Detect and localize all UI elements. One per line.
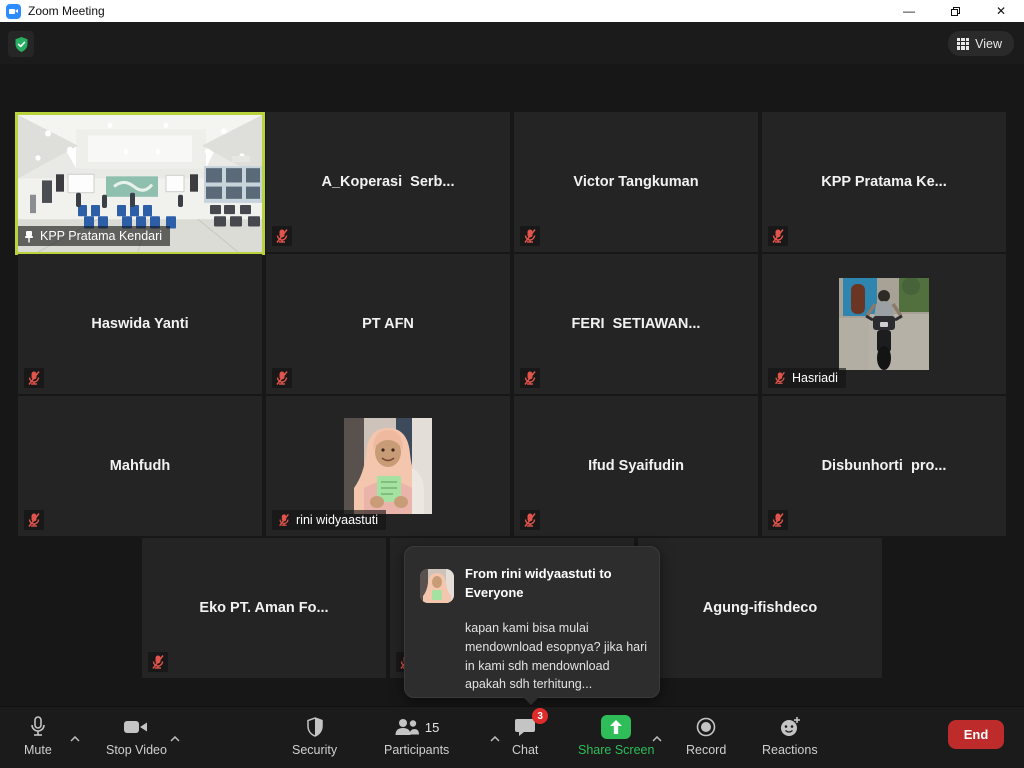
record-label: Record — [686, 743, 726, 757]
popup-pointer — [523, 697, 539, 705]
participant-name: KPP Pratama Ke... — [821, 174, 946, 190]
participants-options-caret[interactable] — [490, 729, 500, 747]
chat-sender-avatar — [420, 569, 454, 603]
participant-tile[interactable]: Victor Tangkuman — [514, 112, 758, 252]
video-options-caret[interactable] — [170, 729, 180, 747]
microphone-icon — [29, 715, 47, 739]
meeting-top-bar: View — [0, 22, 1024, 64]
stop-video-button[interactable]: Stop Video — [106, 715, 167, 757]
participant-tile[interactable]: A_Koperasi Serb... — [266, 112, 510, 252]
stop-video-label: Stop Video — [106, 743, 167, 757]
chat-button[interactable]: 3 Chat — [512, 715, 538, 757]
security-shield-icon — [306, 715, 324, 739]
view-button-label: View — [975, 37, 1002, 51]
participant-tile[interactable]: Eko PT. Aman Fo... — [142, 538, 386, 678]
muted-mic-icon — [24, 510, 44, 530]
shield-check-icon — [13, 36, 30, 53]
muted-mic-icon — [277, 513, 291, 527]
participant-tile-video[interactable]: KPP Pratama Kendari — [15, 112, 265, 255]
minimize-button[interactable]: — — [886, 0, 932, 22]
participant-name: Hasriadi — [792, 371, 838, 385]
muted-mic-icon — [768, 510, 788, 530]
chat-popup-title: From rini widyaastuti to Everyone — [465, 565, 645, 603]
participant-name: Agung-ifishdeco — [703, 600, 817, 616]
muted-mic-icon — [520, 510, 540, 530]
participant-name: Ifud Syaifudin — [588, 458, 684, 474]
muted-mic-icon — [520, 226, 540, 246]
participant-name: Haswida Yanti — [91, 316, 188, 332]
participant-name-chip: rini widyaastuti — [272, 510, 386, 530]
participant-tile[interactable]: Disbunhorti pro... — [762, 396, 1006, 536]
mute-options-caret[interactable] — [70, 729, 80, 747]
participant-name: FERI SETIAWAN... — [572, 316, 701, 332]
participant-name: Mahfudh — [110, 458, 170, 474]
mute-button[interactable]: Mute — [24, 715, 52, 757]
gallery-grid-icon — [957, 38, 969, 50]
share-screen-button[interactable]: Share Screen — [578, 715, 654, 757]
record-button[interactable]: Record — [686, 715, 726, 757]
muted-mic-icon — [272, 226, 292, 246]
camera-icon — [123, 715, 149, 739]
view-button[interactable]: View — [948, 31, 1014, 56]
participants-button[interactable]: 15 Participants — [384, 715, 449, 757]
participant-tile[interactable]: FERI SETIAWAN... — [514, 254, 758, 394]
zoom-app-icon — [6, 4, 21, 19]
participant-name: rini widyaastuti — [296, 513, 378, 527]
reactions-smiley-icon — [779, 715, 801, 739]
muted-mic-icon — [773, 371, 787, 385]
participant-tile[interactable]: PT AFN — [266, 254, 510, 394]
window-title: Zoom Meeting — [28, 4, 105, 18]
reactions-button[interactable]: Reactions — [762, 715, 818, 757]
chat-notification-popup[interactable]: From rini widyaastuti to Everyone kapan … — [404, 546, 660, 698]
participant-tile[interactable]: KPP Pratama Ke... — [762, 112, 1006, 252]
close-button[interactable]: ✕ — [978, 0, 1024, 22]
participants-count: 15 — [425, 720, 439, 735]
share-screen-label: Share Screen — [578, 743, 654, 757]
participant-tile[interactable]: Hasriadi — [762, 254, 1006, 394]
pin-icon — [23, 230, 35, 243]
end-meeting-button[interactable]: End — [948, 720, 1004, 749]
chat-unread-badge: 3 — [532, 708, 548, 724]
participant-name: Disbunhorti pro... — [822, 458, 947, 474]
participants-icon — [394, 717, 420, 737]
muted-mic-icon — [24, 368, 44, 388]
mute-label: Mute — [24, 743, 52, 757]
meeting-toolbar: Mute Stop Video Security — [0, 706, 1024, 768]
reactions-label: Reactions — [762, 743, 818, 757]
muted-mic-icon — [768, 226, 788, 246]
share-options-caret[interactable] — [652, 729, 662, 747]
participant-name: Eko PT. Aman Fo... — [199, 600, 328, 616]
security-label: Security — [292, 743, 337, 757]
meeting-info-button[interactable] — [8, 31, 34, 57]
participant-name: Victor Tangkuman — [573, 174, 698, 190]
participant-name-chip: Hasriadi — [768, 368, 846, 388]
participant-name: PT AFN — [362, 316, 414, 332]
restore-icon — [951, 7, 960, 16]
participants-label: Participants — [384, 743, 449, 757]
hasriadi-profile-photo — [839, 278, 929, 370]
title-bar: Zoom Meeting — ✕ — [0, 0, 1024, 22]
chat-popup-message: kapan kami bisa mulai mendownload esopny… — [465, 619, 651, 694]
muted-mic-icon — [520, 368, 540, 388]
participant-tile[interactable]: Agung-ifishdeco — [638, 538, 882, 678]
zoom-meeting-window: Zoom Meeting — ✕ View — [0, 0, 1024, 768]
share-screen-icon — [601, 715, 631, 739]
security-button[interactable]: Security — [292, 715, 337, 757]
participant-tile[interactable]: Haswida Yanti — [18, 254, 262, 394]
rini-profile-photo — [344, 418, 432, 514]
record-icon — [696, 715, 716, 739]
restore-button[interactable] — [932, 0, 978, 22]
participant-name-chip: KPP Pratama Kendari — [18, 226, 170, 246]
participant-tile[interactable]: rini widyaastuti — [266, 396, 510, 536]
participant-tile[interactable]: Ifud Syaifudin — [514, 396, 758, 536]
participant-name: KPP Pratama Kendari — [40, 229, 162, 243]
muted-mic-icon — [148, 652, 168, 672]
participant-tile[interactable]: Mahfudh — [18, 396, 262, 536]
participant-name: A_Koperasi Serb... — [322, 174, 455, 190]
muted-mic-icon — [272, 368, 292, 388]
chat-label: Chat — [512, 743, 538, 757]
